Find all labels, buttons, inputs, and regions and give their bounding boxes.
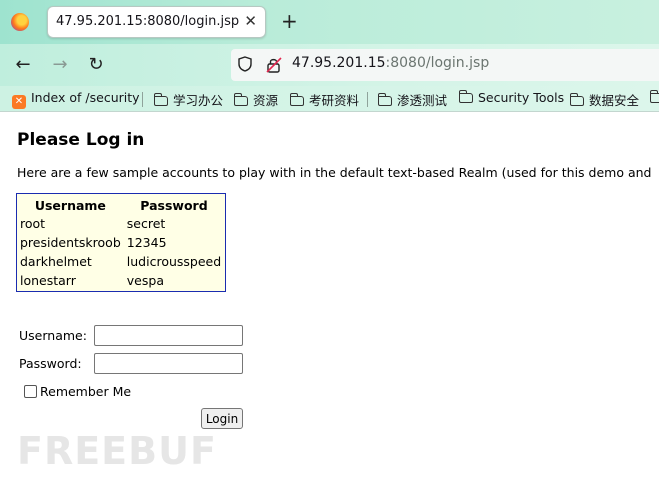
login-button[interactable]: Login: [201, 408, 243, 429]
password-cell: vespa: [126, 273, 164, 288]
bookmark-separator: [142, 92, 143, 107]
close-icon[interactable]: ✕: [244, 12, 257, 30]
table-header-row: Username Password: [17, 194, 224, 214]
bookmark-folder-overflow[interactable]: [649, 90, 659, 105]
table-row: root secret: [17, 214, 224, 233]
username-cell: presidentskroob: [20, 235, 121, 250]
sample-accounts-table: Username Password root secret presidents…: [16, 193, 226, 292]
tab-bar: 47.95.201.15:8080/login.jsp ✕ +: [0, 0, 659, 44]
bookmark-label: 数据安全: [589, 93, 640, 108]
username-cell: lonestarr: [20, 273, 76, 288]
url-path: :8080/login.jsp: [385, 55, 490, 71]
password-cell: 12345: [126, 235, 167, 250]
bookmark-folder-data-security[interactable]: 数据安全: [569, 90, 640, 109]
folder-icon: [233, 93, 248, 106]
table-row: lonestarr vespa: [17, 271, 224, 290]
username-cell: root: [20, 216, 46, 231]
bookmark-separator: [367, 92, 368, 107]
password-label: Password:: [19, 356, 82, 371]
remember-me-label[interactable]: Remember Me: [40, 384, 131, 399]
bookmark-folder-exam[interactable]: 考研资料: [289, 90, 360, 109]
bookmark-label: 考研资料: [309, 93, 360, 108]
password-cell: secret: [126, 216, 166, 231]
column-header-password: Password: [140, 197, 208, 213]
back-button[interactable]: ←: [12, 54, 34, 75]
folder-icon: [153, 93, 168, 106]
username-label: Username:: [19, 328, 87, 343]
remember-me-checkbox[interactable]: [24, 385, 37, 398]
bookmark-folder-security-tools[interactable]: Security Tools: [458, 90, 565, 105]
folder-icon: [649, 90, 659, 103]
password-input[interactable]: [94, 353, 243, 374]
bookmark-label: 学习办公: [173, 93, 224, 108]
bookmark-label: 渗透测试: [397, 93, 448, 108]
folder-icon: [377, 93, 392, 106]
bookmarks-bar: ✕ Index of /security 学习办公 资源 考研资料 渗透测试 Se…: [0, 86, 659, 112]
password-cell: ludicrousspeed: [126, 254, 222, 269]
url-text[interactable]: 47.95.201.15:8080/login.jsp: [292, 55, 489, 71]
shield-icon[interactable]: [238, 56, 252, 72]
table-row: darkhelmet ludicrousspeed: [17, 252, 224, 271]
username-input[interactable]: [94, 325, 243, 346]
xampp-icon: ✕: [12, 95, 26, 109]
bookmark-label: Security Tools: [478, 90, 565, 105]
bookmark-label: Index of /security: [31, 90, 140, 105]
page-content: Please Log in Here are a few sample acco…: [0, 112, 659, 480]
folder-icon: [289, 93, 304, 106]
bookmark-folder-pentest[interactable]: 渗透测试: [377, 90, 448, 109]
intro-text: Here are a few sample accounts to play w…: [17, 165, 652, 180]
username-cell: darkhelmet: [20, 254, 92, 269]
url-host: 47.95.201.15: [292, 55, 386, 71]
reload-button[interactable]: ↻: [85, 54, 107, 75]
bookmark-index-security[interactable]: ✕ Index of /security: [12, 90, 140, 109]
firefox-logo-icon[interactable]: [11, 13, 29, 31]
forward-button[interactable]: →: [49, 54, 71, 75]
freebuf-watermark: FREEBUF: [17, 429, 217, 473]
table-row: presidentskroob 12345: [17, 233, 224, 252]
page-title: Please Log in: [17, 130, 145, 150]
column-header-username: Username: [34, 197, 106, 213]
insecure-lock-icon[interactable]: [266, 56, 282, 74]
bookmark-label: 资源: [253, 93, 279, 108]
bookmark-folder-study[interactable]: 学习办公: [153, 90, 224, 109]
active-tab[interactable]: 47.95.201.15:8080/login.jsp ✕: [47, 6, 266, 38]
bookmark-folder-resources[interactable]: 资源: [233, 90, 279, 109]
tab-title: 47.95.201.15:8080/login.jsp: [56, 14, 240, 29]
new-tab-button[interactable]: +: [281, 9, 298, 33]
folder-icon: [569, 93, 584, 106]
folder-icon: [458, 90, 473, 103]
